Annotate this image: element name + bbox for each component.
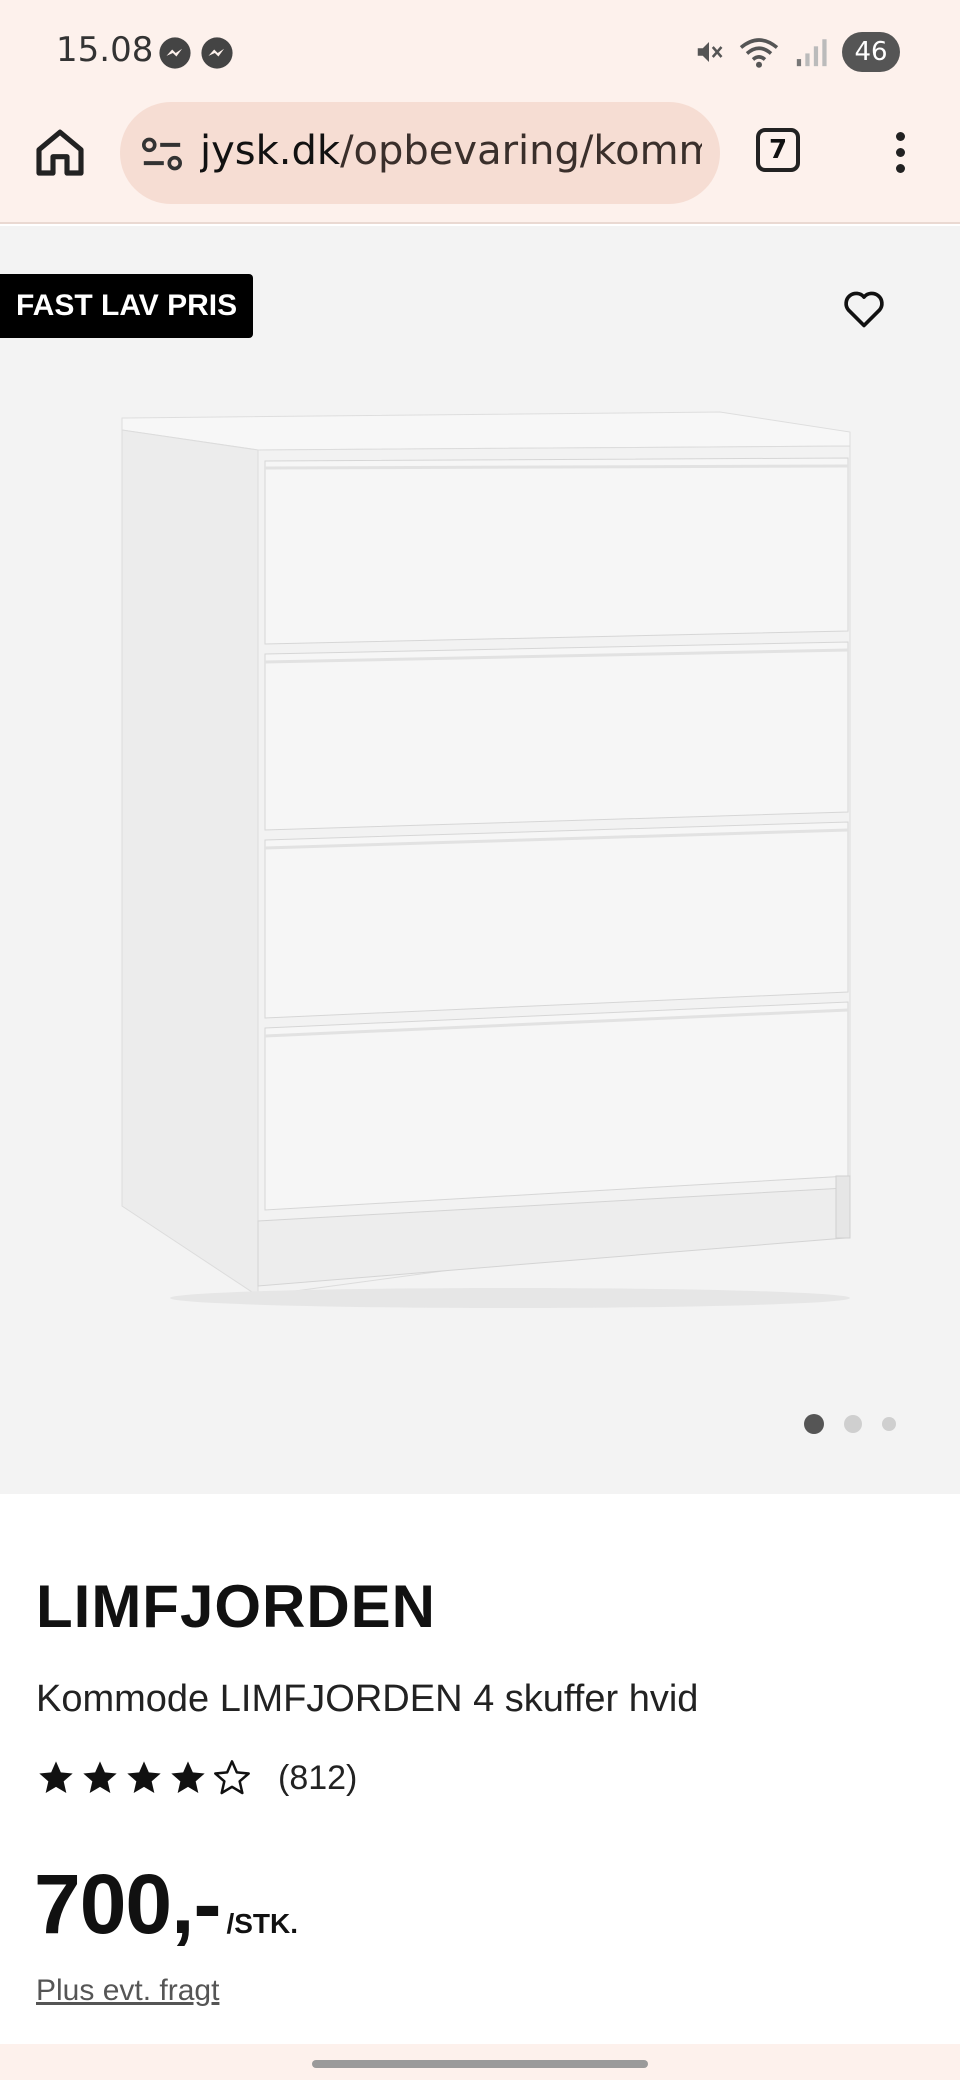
heart-outline-icon[interactable] xyxy=(842,288,886,330)
messenger-icon xyxy=(159,37,191,69)
home-icon[interactable] xyxy=(32,124,88,180)
shipping-info-link[interactable]: Plus evt. fragt xyxy=(36,1974,219,2008)
price-unit: /STK. xyxy=(226,1908,299,1939)
navigation-bar xyxy=(0,2044,960,2080)
browser-toolbar: jysk.dk/opbevaring/kommoder 7 xyxy=(0,100,960,224)
mute-icon xyxy=(697,42,723,62)
product-brand: LIMFJORDEN xyxy=(36,1573,436,1640)
status-icons: 46 xyxy=(694,30,900,74)
carousel-dot[interactable] xyxy=(844,1415,862,1433)
url-path: /opbevaring/kommoder xyxy=(340,128,702,174)
price-row: 700,- /STK. xyxy=(34,1856,298,1953)
address-bar[interactable]: jysk.dk/opbevaring/kommoder xyxy=(120,102,720,204)
product-gallery[interactable]: FAST LAV PRIS xyxy=(0,226,960,1494)
carousel-dot[interactable] xyxy=(882,1417,896,1431)
star-filled-icon xyxy=(171,1761,205,1793)
battery-indicator: 46 xyxy=(842,32,900,72)
status-time: 15.08 xyxy=(56,30,154,70)
star-filled-icon xyxy=(127,1761,161,1793)
price-badge: FAST LAV PRIS xyxy=(0,274,254,338)
star-filled-icon xyxy=(83,1761,117,1793)
more-vert-icon[interactable] xyxy=(880,128,920,176)
product-name: Kommode LIMFJORDEN 4 skuffer hvid xyxy=(36,1678,699,1720)
star-outline-icon xyxy=(214,1760,250,1795)
carousel-dots[interactable] xyxy=(804,1414,896,1434)
dresser-image xyxy=(121,411,851,1308)
wifi-icon xyxy=(739,38,779,68)
tab-switcher-button[interactable]: 7 xyxy=(756,128,800,172)
review-count[interactable]: (812) xyxy=(278,1759,357,1798)
product-price: 700,- xyxy=(34,1857,221,1951)
status-bar: 15.08 46 xyxy=(0,0,960,100)
url-text[interactable]: jysk.dk/opbevaring/kommoder xyxy=(200,128,702,174)
carousel-dot[interactable] xyxy=(804,1414,824,1434)
signal-icon xyxy=(796,39,827,67)
product-rating[interactable]: (812) xyxy=(36,1758,357,1798)
gesture-handle[interactable] xyxy=(312,2060,648,2068)
url-host: jysk.dk xyxy=(200,128,341,174)
messenger-icon xyxy=(201,37,233,69)
star-filled-icon xyxy=(39,1761,73,1793)
tune-icon[interactable] xyxy=(140,134,184,174)
